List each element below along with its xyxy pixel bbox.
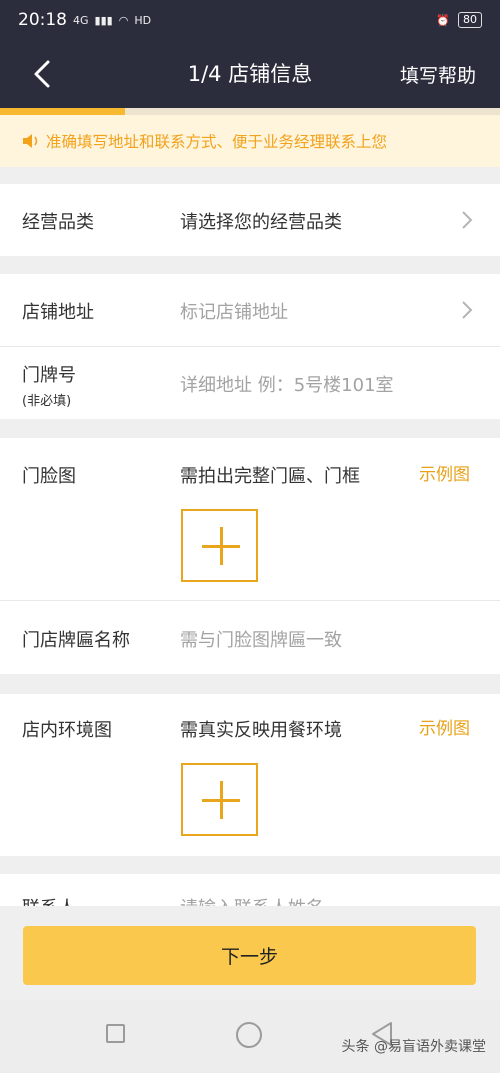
bottom-action-bar: 下一步	[0, 906, 500, 1000]
storefront-example-link[interactable]: 示例图	[419, 460, 470, 485]
house-number-input[interactable]: 详细地址 例：5号楼101室	[180, 371, 394, 397]
interior-photo-row: 店内环境图 需真实反映用餐环境 示例图	[0, 694, 500, 856]
storefront-photo-row: 门脸图 需拍出完整门匾、门框 示例图	[0, 438, 500, 600]
chevron-right-icon	[462, 211, 473, 229]
storefront-photo-label: 门脸图	[22, 466, 76, 487]
help-link[interactable]: 填写帮助	[400, 61, 476, 88]
house-number-label: 门牌号	[22, 365, 76, 386]
category-select[interactable]: 请选择您的经营品类	[180, 208, 342, 234]
interior-group: 店内环境图 需真实反映用餐环境 示例图	[0, 694, 500, 856]
sign-name-label: 门店牌匾名称	[22, 630, 130, 651]
next-step-button[interactable]: 下一步	[23, 926, 476, 985]
signal-bars-icon: ▮▮▮	[94, 13, 113, 27]
house-number-row: 门牌号 (非必填) 详细地址 例：5号楼101室	[0, 346, 500, 419]
address-select[interactable]: 标记店铺地址	[180, 298, 288, 324]
interior-example-link[interactable]: 示例图	[419, 714, 470, 739]
speaker-icon	[23, 134, 38, 148]
interior-photo-hint: 需真实反映用餐环境	[180, 720, 342, 741]
alarm-icon: ⏰	[436, 13, 450, 27]
sign-name-input[interactable]: 需与门脸图牌匾一致	[180, 626, 342, 652]
hd-icon: HD	[134, 13, 152, 27]
progress-fill	[0, 108, 125, 115]
storefront-group: 门脸图 需拍出完整门匾、门框 示例图 门店牌匾名称 需与门脸图牌匾一致	[0, 438, 500, 674]
storefront-add-photo-button[interactable]	[181, 509, 258, 582]
battery-icon: 80	[458, 12, 482, 28]
nav-bar: 1/4 店铺信息 填写帮助	[0, 40, 500, 108]
address-group: 店铺地址 标记店铺地址 门牌号 (非必填) 详细地址 例：5号楼101室	[0, 274, 500, 419]
home-icon[interactable]	[236, 1022, 262, 1048]
category-group: 经营品类 请选择您的经营品类	[0, 184, 500, 256]
interior-add-photo-button[interactable]	[181, 763, 258, 836]
category-label: 经营品类	[22, 212, 94, 233]
progress-bar	[0, 108, 500, 115]
address-label: 店铺地址	[22, 302, 94, 323]
interior-photo-label: 店内环境图	[22, 720, 112, 741]
notice-banner: 准确填写地址和联系方式、便于业务经理联系上您	[0, 115, 500, 167]
watermark: 头条 @易盲语外卖课堂	[341, 1039, 486, 1055]
chevron-right-icon	[462, 301, 473, 319]
recent-apps-icon[interactable]	[106, 1024, 125, 1043]
category-row[interactable]: 经营品类 请选择您的经营品类	[0, 184, 500, 256]
sign-name-row: 门店牌匾名称 需与门脸图牌匾一致	[0, 600, 500, 674]
status-time: 20:18	[18, 10, 67, 30]
storefront-photo-hint: 需拍出完整门匾、门框	[180, 466, 360, 487]
signal-icon: 4G	[73, 13, 89, 27]
wifi-icon: ◠	[118, 13, 129, 27]
notice-text: 准确填写地址和联系方式、便于业务经理联系上您	[46, 133, 388, 151]
optional-note: (非必填)	[22, 394, 72, 409]
status-bar: 20:18 4G ▮▮▮ ◠ HD ⏰ 80	[0, 0, 500, 40]
system-nav-bar: 头条 @易盲语外卖课堂	[0, 1000, 500, 1073]
address-row[interactable]: 店铺地址 标记店铺地址	[0, 274, 500, 346]
